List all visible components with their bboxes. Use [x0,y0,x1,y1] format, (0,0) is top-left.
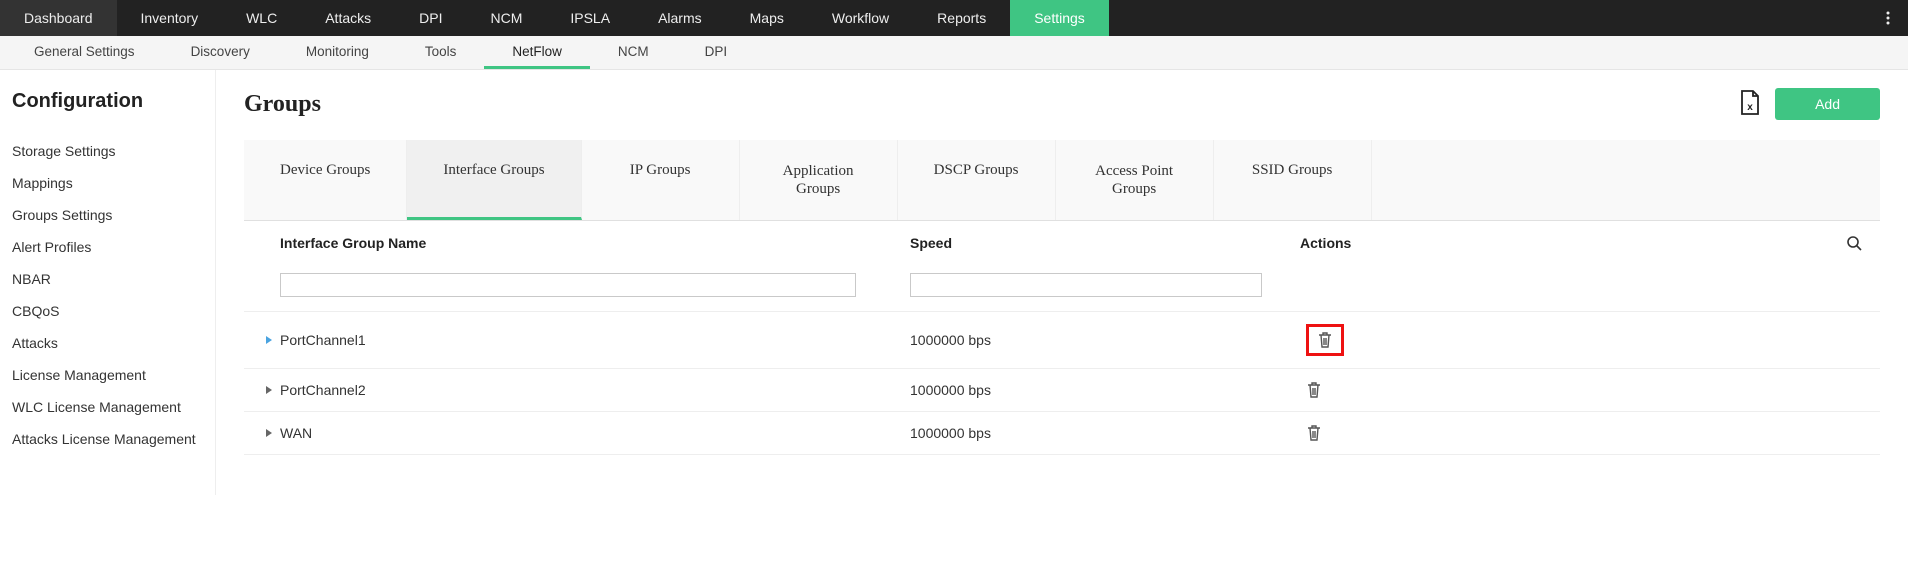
subnav-ncm[interactable]: NCM [590,36,677,69]
tab-access-point-groups[interactable]: Access PointGroups [1056,140,1214,220]
sidebar-item-license-management[interactable]: License Management [12,359,203,391]
tab-access-point-groups-label: Access PointGroups [1095,163,1173,197]
tab-dscp-groups[interactable]: DSCP Groups [898,140,1056,220]
tab-ip-groups[interactable]: IP Groups [582,140,740,220]
cell-speed: 1000000 bps [910,425,1300,441]
search-icon[interactable] [1846,235,1862,254]
expand-row-icon[interactable] [258,385,280,395]
page-title: Groups [244,91,321,118]
sidebar-item-attacks-license[interactable]: Attacks License Management [12,423,203,455]
table-row: WAN 1000000 bps [244,412,1880,455]
subnav-monitoring[interactable]: Monitoring [278,36,397,69]
nav-reports[interactable]: Reports [913,0,1010,36]
sidebar-item-nbar[interactable]: NBAR [12,263,203,295]
cell-speed: 1000000 bps [910,332,1300,348]
nav-inventory[interactable]: Inventory [117,0,223,36]
col-header-speed: Speed [910,235,1300,251]
sidebar-item-storage-settings[interactable]: Storage Settings [12,135,203,167]
sidebar-title: Configuration [12,90,203,113]
tab-device-groups[interactable]: Device Groups [244,140,407,220]
export-excel-icon[interactable]: x [1739,90,1761,119]
filter-name-input[interactable] [280,273,856,297]
table-row: PortChannel1 1000000 bps [244,312,1880,369]
sidebar-item-cbqos[interactable]: CBQoS [12,295,203,327]
nav-ipsla[interactable]: IPSLA [546,0,634,36]
col-header-name: Interface Group Name [280,235,910,251]
sidebar-item-mappings[interactable]: Mappings [12,167,203,199]
table-header: Interface Group Name Speed Actions [244,221,1880,265]
delete-row-icon[interactable] [1306,381,1322,399]
subnav-discovery[interactable]: Discovery [163,36,278,69]
delete-row-icon[interactable] [1306,324,1344,356]
nav-wlc[interactable]: WLC [222,0,301,36]
table-row: PortChannel2 1000000 bps [244,369,1880,412]
sub-nav: General Settings Discovery Monitoring To… [0,36,1908,70]
col-header-actions: Actions [1300,235,1420,251]
add-button[interactable]: Add [1775,88,1880,120]
nav-workflow[interactable]: Workflow [808,0,913,36]
expand-row-icon[interactable] [258,335,280,345]
nav-dpi[interactable]: DPI [395,0,466,36]
nav-dashboard[interactable]: Dashboard [0,0,117,36]
sidebar-item-wlc-license[interactable]: WLC License Management [12,391,203,423]
tab-application-groups-label: ApplicationGroups [783,163,854,197]
sidebar-item-alert-profiles[interactable]: Alert Profiles [12,231,203,263]
nav-ncm[interactable]: NCM [466,0,546,36]
subnav-netflow[interactable]: NetFlow [484,36,590,69]
tab-ssid-groups[interactable]: SSID Groups [1214,140,1372,220]
nav-alarms[interactable]: Alarms [634,0,726,36]
tab-application-groups[interactable]: ApplicationGroups [740,140,898,220]
cell-name: PortChannel2 [280,382,910,398]
sidebar-item-groups-settings[interactable]: Groups Settings [12,199,203,231]
table-filter-row [244,265,1880,312]
subnav-general-settings[interactable]: General Settings [6,36,163,69]
sidebar: Configuration Storage Settings Mappings … [0,70,216,495]
delete-row-icon[interactable] [1306,424,1322,442]
cell-name: PortChannel1 [280,332,910,348]
tab-interface-groups[interactable]: Interface Groups [407,140,581,220]
cell-speed: 1000000 bps [910,382,1300,398]
nav-maps[interactable]: Maps [726,0,808,36]
nav-attacks[interactable]: Attacks [301,0,395,36]
group-type-tabs: Device Groups Interface Groups IP Groups… [244,140,1880,221]
filter-speed-input[interactable] [910,273,1262,297]
expand-row-icon[interactable] [258,428,280,438]
nav-settings[interactable]: Settings [1010,0,1109,36]
subnav-tools[interactable]: Tools [397,36,485,69]
subnav-dpi[interactable]: DPI [677,36,756,69]
sidebar-item-attacks[interactable]: Attacks [12,327,203,359]
more-menu-icon[interactable] [1880,0,1896,36]
main-content: Groups x Add Device Groups Interface Gro… [216,70,1908,495]
groups-table: Interface Group Name Speed Actions PortC… [244,221,1880,455]
top-nav: Dashboard Inventory WLC Attacks DPI NCM … [0,0,1908,36]
svg-text:x: x [1747,102,1753,113]
cell-name: WAN [280,425,910,441]
